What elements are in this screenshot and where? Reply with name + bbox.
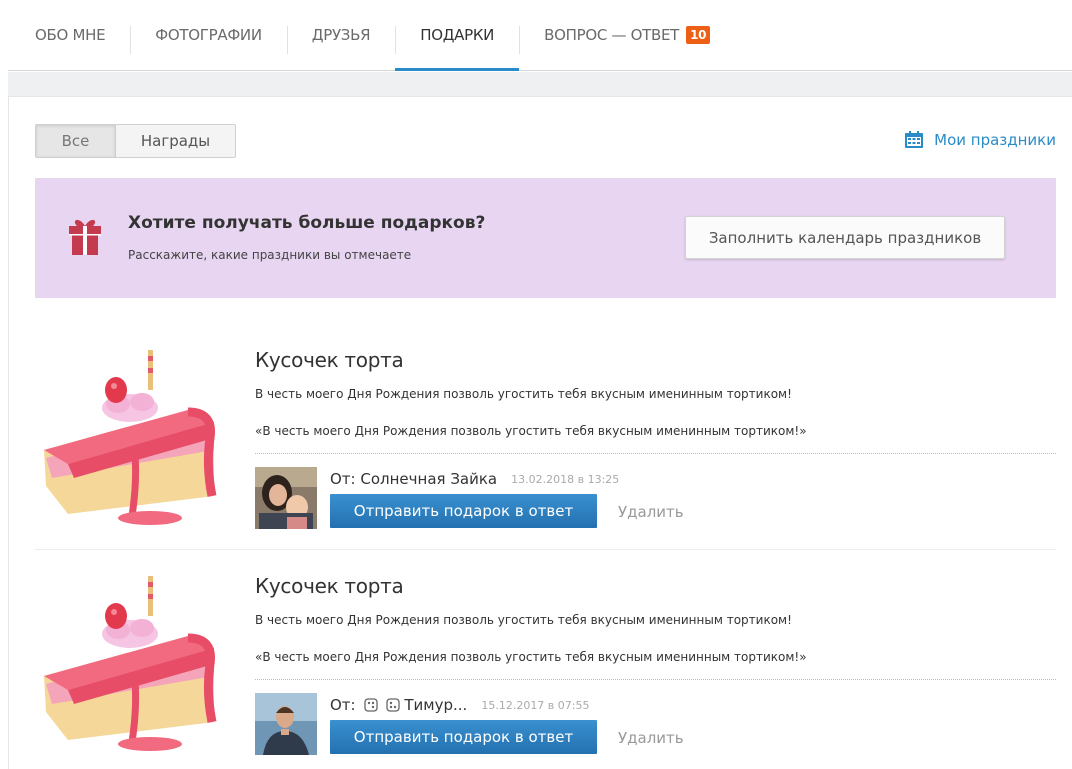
my-holidays-link[interactable]: Мои праздники (904, 131, 1056, 149)
gift-description: В честь моего Дня Рождения позволь угост… (255, 613, 792, 627)
delete-gift-link[interactable]: Удалить (618, 503, 684, 521)
fill-calendar-button[interactable]: Заполнить календарь праздников (685, 216, 1005, 259)
tab-photos[interactable]: ФОТОГРАФИИ (130, 0, 287, 70)
from-label: От: (330, 470, 356, 488)
filter-all-button[interactable]: Все (36, 125, 116, 157)
gift-title: Кусочек торта (255, 574, 404, 598)
header-strip (8, 72, 1072, 97)
delete-gift-link[interactable]: Удалить (618, 729, 684, 747)
send-gift-back-button[interactable]: Отправить подарок в ответ (330, 494, 597, 528)
divider (255, 453, 1056, 454)
from-label: От: (330, 696, 356, 714)
left-border (8, 97, 9, 769)
gift-icon (69, 219, 101, 255)
gift-date: 15.12.2017 в 07:55 (481, 698, 590, 712)
sender-avatar[interactable] (255, 467, 317, 529)
avatar-photo (255, 467, 317, 529)
divider (255, 679, 1056, 680)
gift-message: «В честь моего Дня Рождения позволь угос… (255, 650, 807, 664)
filter-awards-button[interactable]: Награды (116, 125, 235, 157)
gift-item: Кусочек торта В честь моего Дня Рождения… (35, 552, 1056, 769)
notification-badge: 10 (686, 26, 711, 44)
tab-about[interactable]: ОБО МНЕ (10, 0, 130, 70)
sender-name[interactable]: Солнечная Зайка (360, 470, 497, 488)
promo-subtitle: Расскажите, какие праздники вы отмечаете (128, 248, 412, 262)
gift-item: Кусочек торта В честь моего Дня Рождения… (35, 326, 1056, 550)
sender-avatar[interactable] (255, 693, 317, 755)
dice-icon (386, 698, 401, 712)
gift-sender: От: Солнечная Зайка 13.02.2018 в 13:25 (330, 470, 619, 488)
calendar-icon (905, 131, 924, 148)
tab-friends[interactable]: ДРУЗЬЯ (286, 0, 395, 70)
gift-message: «В честь моего Дня Рождения позволь угос… (255, 424, 807, 438)
send-gift-back-button[interactable]: Отправить подарок в ответ (330, 720, 597, 754)
tab-gifts[interactable]: ПОДАРКИ (395, 0, 520, 71)
promo-banner: Хотите получать больше подарков? Расскаж… (35, 178, 1056, 298)
avatar-photo (255, 693, 317, 755)
tab-questions[interactable]: ВОПРОС — ОТВЕТ 10 (519, 0, 735, 70)
my-holidays-label: Мои праздники (934, 131, 1056, 149)
profile-tabs: ОБО МНЕ ФОТОГРАФИИ ДРУЗЬЯ ПОДАРКИ ВОПРОС… (8, 0, 1072, 71)
gift-filter: Все Награды (35, 124, 236, 158)
dice-icon (364, 698, 379, 712)
cake-slice-image (44, 350, 217, 525)
gift-date: 13.02.2018 в 13:25 (511, 472, 620, 486)
promo-title: Хотите получать больше подарков? (128, 213, 486, 233)
sender-name[interactable]: Тимур... (404, 696, 467, 714)
gift-description: В честь моего Дня Рождения позволь угост… (255, 387, 792, 401)
cake-slice-image (44, 576, 217, 751)
gift-title: Кусочек торта (255, 348, 404, 372)
gift-sender: От: Тимур... 15.12.2017 в 07:55 (330, 696, 590, 714)
